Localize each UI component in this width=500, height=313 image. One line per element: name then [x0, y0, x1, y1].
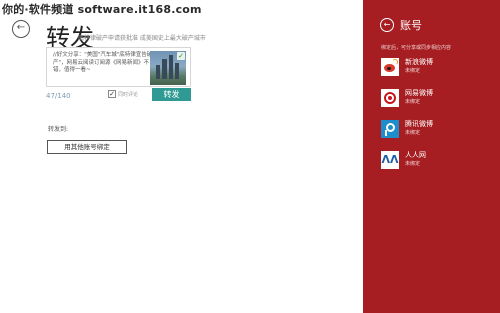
thumbnail-building	[162, 59, 167, 79]
thumbnail-selected-check-icon[interactable]: ✓	[177, 52, 185, 60]
thumbnail-building	[169, 55, 173, 79]
share-text-box[interactable]: //好文分享："美国"汽车城"底特律宣告破产"，网易云阅读订阅源《网易新闻》不错…	[46, 47, 191, 87]
forward-to-label: 转发到:	[48, 126, 69, 133]
panel-note: 绑定后，可分享或同步相应内容	[381, 45, 452, 51]
forward-button[interactable]: 转发	[152, 88, 191, 101]
account-name: 新浪微博	[405, 58, 433, 66]
comment-checkbox[interactable]: ✓	[108, 90, 116, 98]
panel-title: 账号	[400, 19, 422, 32]
account-item-renren[interactable]: ΛΛ 人人网 未绑定	[381, 151, 426, 169]
account-item-netease[interactable]: 网易微博 未绑定	[381, 89, 433, 107]
renren-icon: ΛΛ	[381, 151, 399, 169]
account-status: 未绑定	[405, 68, 421, 74]
account-name: 腾讯微博	[405, 120, 433, 128]
account-item-sina[interactable]: 新浪微博 未绑定	[381, 58, 433, 76]
thumbnail-building	[175, 63, 179, 79]
netease-weibo-icon	[381, 89, 399, 107]
account-name: 网易微博	[405, 89, 433, 97]
share-page: ← 转发 底特律破产申请获批准 成美国史上最大破产城市 //好文分享："美国"汽…	[0, 0, 363, 313]
back-arrow-icon[interactable]: ←	[12, 20, 30, 38]
watermark: 你的·软件频道 software.it168.com	[2, 3, 202, 16]
tencent-weibo-icon	[381, 120, 399, 138]
accounts-panel: ← 账号 绑定后，可分享或同步相应内容 新浪微博 未绑定 网易微博 未绑定 腾讯…	[363, 0, 500, 313]
article-thumbnail[interactable]: ✓	[150, 51, 186, 85]
thumbnail-building	[156, 65, 160, 79]
account-status: 未绑定	[405, 99, 421, 105]
account-name: 人人网	[405, 151, 426, 159]
comment-checkbox-label: 同时评论	[118, 91, 139, 98]
comment-option[interactable]: ✓ 同时评论	[108, 90, 138, 98]
sina-weibo-icon	[381, 58, 399, 76]
account-status: 未绑定	[405, 161, 421, 167]
share-text[interactable]: //好文分享："美国"汽车城"底特律宣告破产"，网易云阅读订阅源《网易新闻》不错…	[53, 52, 153, 75]
account-item-tencent[interactable]: 腾讯微博 未绑定	[381, 120, 433, 138]
panel-back-icon[interactable]: ←	[380, 18, 394, 32]
article-title: 底特律破产申请获批准 成美国史上最大破产城市	[78, 35, 206, 42]
bind-other-account-button[interactable]: 用其他账号绑定	[47, 140, 127, 154]
account-status: 未绑定	[405, 130, 421, 136]
character-counter: 47/140	[46, 92, 71, 100]
